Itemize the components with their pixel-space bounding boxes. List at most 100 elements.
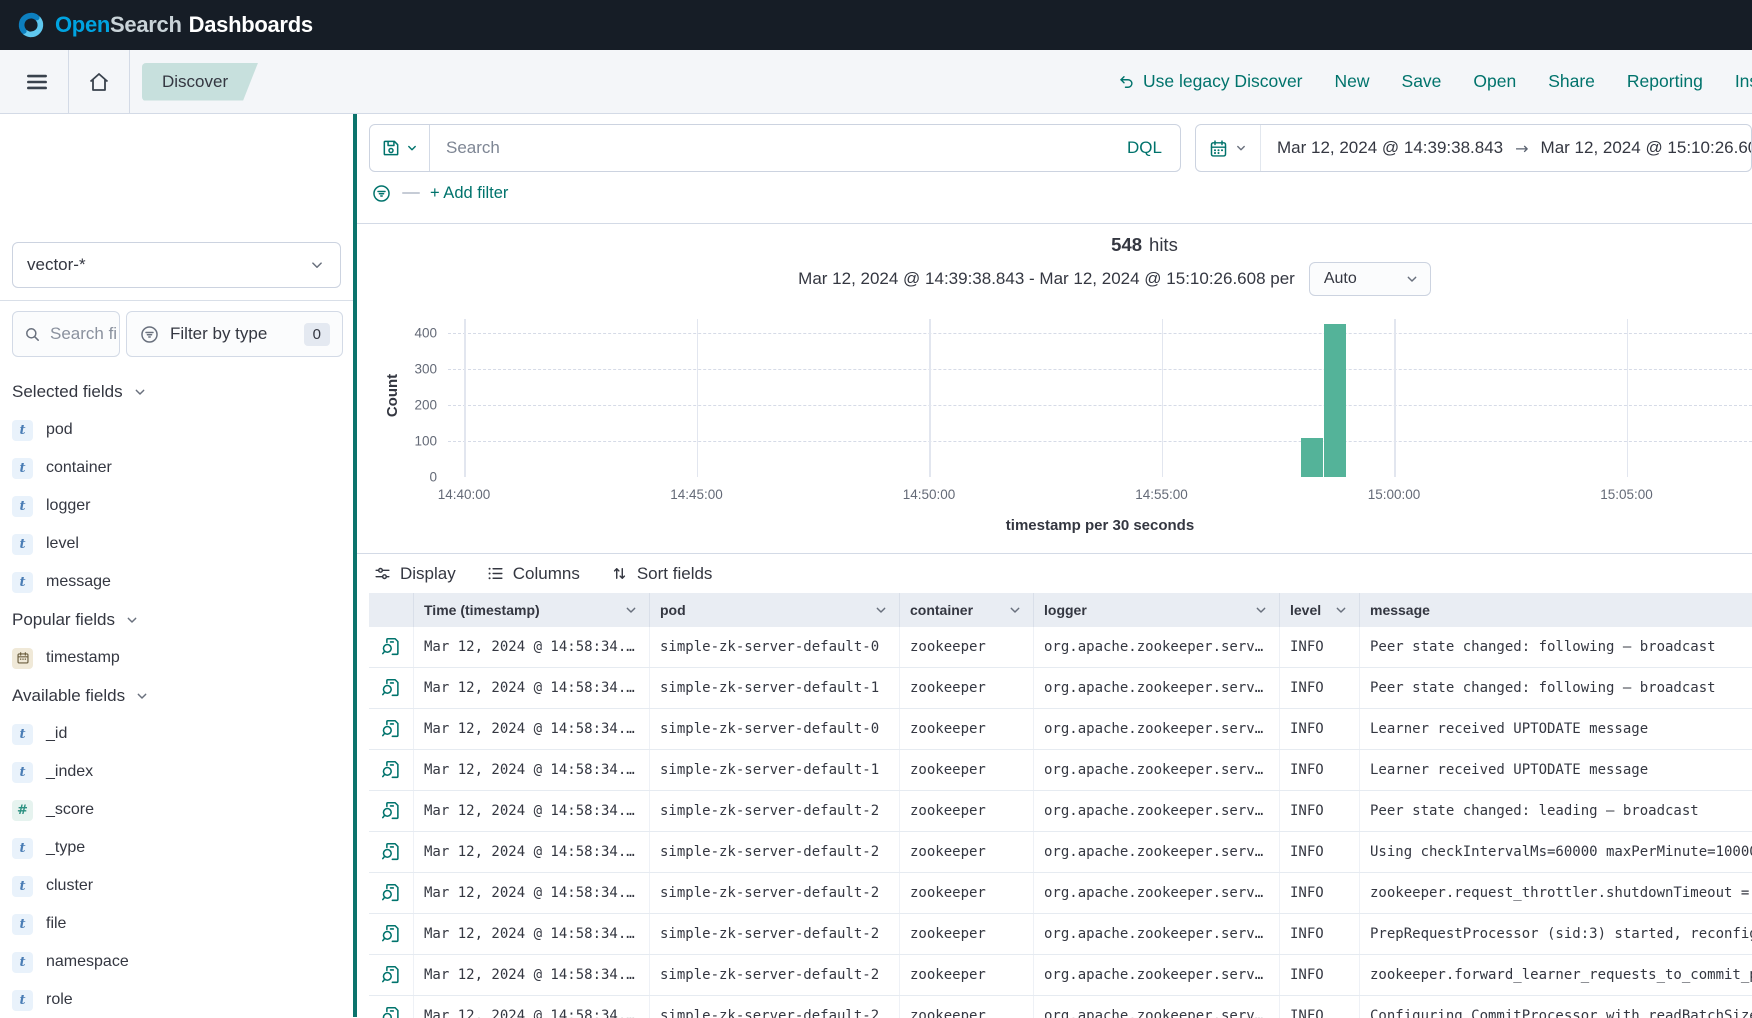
cell-pod: simple-zk-server-default-0 bbox=[650, 709, 900, 749]
menu-item-inspect[interactable]: Inspect bbox=[1735, 71, 1752, 92]
expand-document-button[interactable] bbox=[380, 964, 402, 986]
menu-item-share[interactable]: Share bbox=[1548, 71, 1595, 92]
section-header-available-fields[interactable]: Available fields bbox=[12, 677, 341, 715]
menu-item-save[interactable]: Save bbox=[1402, 71, 1442, 92]
chevron-down-icon bbox=[623, 602, 639, 618]
field-search-placeholder: Search fi bbox=[50, 324, 117, 344]
columns-button[interactable]: Columns bbox=[486, 564, 580, 584]
cell-expand bbox=[369, 873, 414, 913]
field-item-cluster[interactable]: tcluster bbox=[12, 867, 341, 905]
field-item-logger[interactable]: tlogger bbox=[12, 487, 341, 525]
cell-level: INFO bbox=[1280, 709, 1360, 749]
menu-item-use-legacy-discover[interactable]: Use legacy Discover bbox=[1118, 71, 1303, 92]
field-item-role[interactable]: trole bbox=[12, 981, 341, 1018]
index-pattern-select[interactable]: vector-* bbox=[12, 242, 341, 288]
display-button[interactable]: Display bbox=[373, 564, 456, 584]
table-row: Mar 12, 2024 @ 14:58:34.…simple-zk-serve… bbox=[369, 832, 1752, 873]
expand-document-button[interactable] bbox=[380, 1005, 402, 1018]
x-tick-label: 15:05:00 bbox=[1600, 487, 1653, 502]
field-item-level[interactable]: tlevel bbox=[12, 525, 341, 563]
saved-queries-button[interactable] bbox=[370, 125, 430, 171]
date-range: Mar 12, 2024 @ 14:39:38.843 → Mar 12, 20… bbox=[1261, 138, 1752, 158]
header-cell-pod[interactable]: pod bbox=[650, 593, 900, 627]
section-header-selected-fields[interactable]: Selected fields bbox=[12, 373, 341, 411]
menu-button[interactable] bbox=[18, 69, 56, 95]
string-field-icon: t bbox=[12, 420, 33, 441]
y-gridline bbox=[448, 441, 1752, 442]
home-icon bbox=[87, 70, 111, 94]
expand-document-button[interactable] bbox=[380, 636, 402, 658]
field-item-type[interactable]: t_type bbox=[12, 829, 341, 867]
cell-container: zookeeper bbox=[900, 709, 1034, 749]
field-item-message[interactable]: tmessage bbox=[12, 563, 341, 601]
header-cell-level[interactable]: level bbox=[1280, 593, 1360, 627]
field-search-input[interactable]: Search fi bbox=[12, 311, 120, 357]
cell-container: zookeeper bbox=[900, 627, 1034, 667]
inspect-document-icon bbox=[380, 636, 402, 658]
breadcrumb-discover[interactable]: Discover bbox=[142, 63, 258, 101]
filter-by-type-button[interactable]: Filter by type 0 bbox=[126, 311, 343, 357]
header-cell-logger[interactable]: logger bbox=[1034, 593, 1280, 627]
expand-document-button[interactable] bbox=[380, 800, 402, 822]
expand-document-button[interactable] bbox=[380, 718, 402, 740]
cell-container: zookeeper bbox=[900, 791, 1034, 831]
table-row: Mar 12, 2024 @ 14:58:34.…simple-zk-serve… bbox=[369, 668, 1752, 709]
expand-document-button[interactable] bbox=[380, 923, 402, 945]
query-language-button[interactable]: DQL bbox=[1109, 138, 1180, 158]
filter-icon bbox=[139, 324, 160, 345]
search-input[interactable] bbox=[430, 138, 1109, 158]
menu-item-new[interactable]: New bbox=[1335, 71, 1370, 92]
cell-container: zookeeper bbox=[900, 873, 1034, 913]
table-row: Mar 12, 2024 @ 14:58:34.…simple-zk-serve… bbox=[369, 750, 1752, 791]
field-item-pod[interactable]: tpod bbox=[12, 411, 341, 449]
section-header-popular-fields[interactable]: Popular fields bbox=[12, 601, 341, 639]
field-item-score[interactable]: #_score bbox=[12, 791, 341, 829]
chevron-down-icon bbox=[308, 256, 326, 274]
cell-level: INFO bbox=[1280, 873, 1360, 913]
date-end[interactable]: Mar 12, 2024 @ 15:10:26.608 bbox=[1541, 138, 1752, 158]
home-button[interactable] bbox=[81, 70, 117, 94]
sort-fields-button[interactable]: Sort fields bbox=[610, 564, 713, 584]
cell-logger: org.apache.zookeeper.serv… bbox=[1034, 914, 1280, 954]
opensearch-logo[interactable]: OpenSearchDashboards bbox=[16, 10, 313, 40]
expand-document-button[interactable] bbox=[380, 882, 402, 904]
field-item-namespace[interactable]: tnamespace bbox=[12, 943, 341, 981]
menu-item-label: New bbox=[1335, 71, 1370, 92]
histogram-bar[interactable] bbox=[1301, 438, 1323, 478]
date-quick-select-button[interactable] bbox=[1196, 125, 1260, 171]
interval-select[interactable]: Auto bbox=[1309, 262, 1431, 296]
cell-time: Mar 12, 2024 @ 14:58:34.… bbox=[414, 627, 650, 667]
field-item-container[interactable]: tcontainer bbox=[12, 449, 341, 487]
field-sections: Selected fieldstpodtcontainertloggertlev… bbox=[12, 373, 341, 1018]
cell-logger: org.apache.zookeeper.serv… bbox=[1034, 709, 1280, 749]
expand-document-button[interactable] bbox=[380, 841, 402, 863]
field-item-id[interactable]: t_id bbox=[12, 715, 341, 753]
cell-time: Mar 12, 2024 @ 14:58:34.… bbox=[414, 996, 650, 1018]
date-start[interactable]: Mar 12, 2024 @ 14:39:38.843 bbox=[1277, 138, 1503, 158]
x-axis-title: timestamp per 30 seconds bbox=[448, 517, 1752, 534]
menu-item-open[interactable]: Open bbox=[1473, 71, 1516, 92]
x-tick-label: 14:50:00 bbox=[903, 487, 956, 502]
field-item-file[interactable]: tfile bbox=[12, 905, 341, 943]
add-filter-button[interactable]: + Add filter bbox=[430, 184, 508, 203]
chart-plot-area[interactable] bbox=[448, 319, 1752, 477]
chart-subtitle-row: Mar 12, 2024 @ 14:39:38.843 - Mar 12, 20… bbox=[417, 261, 1752, 297]
header-cell-time-timestamp[interactable]: Time (timestamp) bbox=[414, 593, 650, 627]
cell-expand bbox=[369, 750, 414, 790]
date-field-icon bbox=[12, 648, 33, 669]
menu-item-reporting[interactable]: Reporting bbox=[1627, 71, 1703, 92]
cell-expand bbox=[369, 955, 414, 995]
column-label: level bbox=[1290, 602, 1321, 618]
expand-document-button[interactable] bbox=[380, 759, 402, 781]
field-item-index[interactable]: t_index bbox=[12, 753, 341, 791]
header-cell-message[interactable]: message bbox=[1360, 593, 1752, 627]
cell-pod: simple-zk-server-default-2 bbox=[650, 832, 900, 872]
chevron-down-icon bbox=[1234, 141, 1248, 155]
cell-message: zookeeper.forward_learner_requests_to_co… bbox=[1360, 955, 1752, 995]
expand-document-button[interactable] bbox=[380, 677, 402, 699]
column-label: container bbox=[910, 602, 973, 618]
header-cell-container[interactable]: container bbox=[900, 593, 1034, 627]
cell-time: Mar 12, 2024 @ 14:58:34.… bbox=[414, 750, 650, 790]
histogram-bar[interactable] bbox=[1324, 324, 1346, 477]
field-item-timestamp[interactable]: timestamp bbox=[12, 639, 341, 677]
